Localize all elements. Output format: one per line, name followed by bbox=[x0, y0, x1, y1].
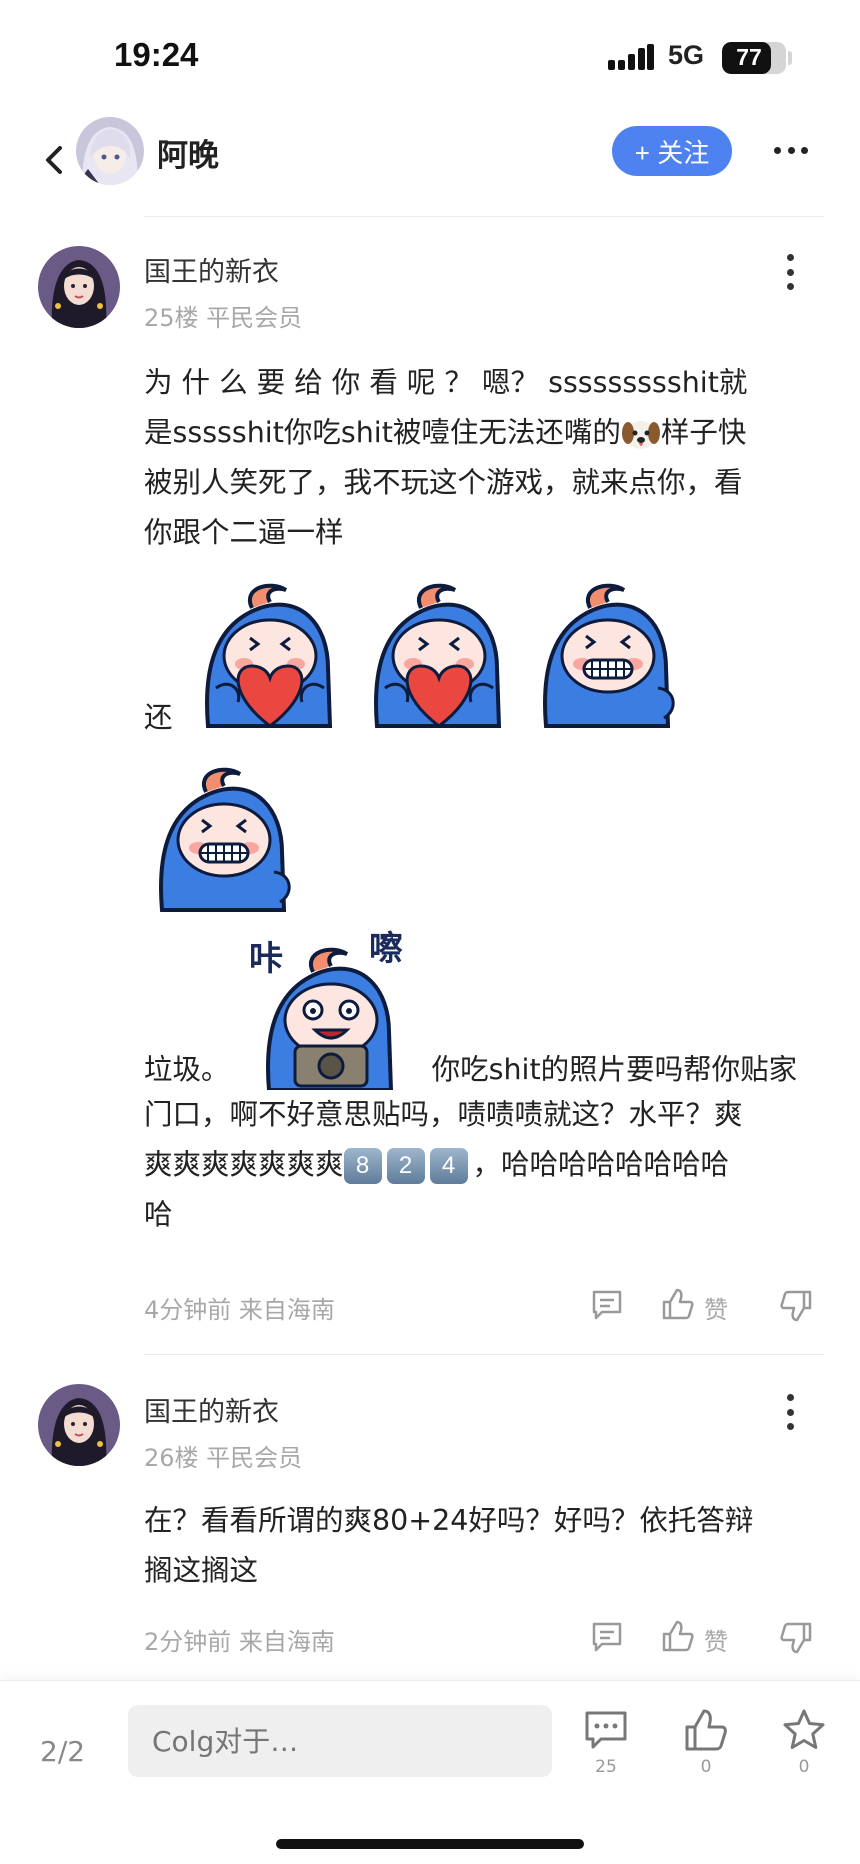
content-text: 还 bbox=[144, 701, 173, 734]
grin-sticker bbox=[528, 568, 688, 738]
comment-icon bbox=[585, 1711, 627, 1749]
nav-header: 阿晚 + 关注 bbox=[0, 110, 860, 220]
sticker-row: 垃圾。 咔 嚓 你吃shit的照片要吗帮你贴家 bbox=[144, 930, 820, 1090]
content-text: ，哈哈哈哈哈哈哈哈 bbox=[472, 1148, 730, 1181]
content-text: 样子快 bbox=[660, 416, 747, 449]
sticker-caption-left: 咔 bbox=[249, 939, 283, 979]
like-button[interactable]: 0 bbox=[676, 1707, 736, 1777]
floor-meta: 26楼 平民会员 bbox=[144, 1444, 303, 1472]
comment-icon[interactable] bbox=[590, 1288, 624, 1322]
header-divider bbox=[144, 216, 824, 217]
commenter-avatar[interactable] bbox=[38, 1384, 120, 1466]
comment-icon[interactable] bbox=[590, 1620, 624, 1654]
network-type: 5G bbox=[668, 40, 705, 70]
content-line: 哈 bbox=[144, 1198, 173, 1231]
thumbs-down-icon[interactable] bbox=[778, 1620, 814, 1656]
content-text: 是ssssshit你吃shit被噎住无法还嘴的 bbox=[144, 416, 621, 449]
star-icon bbox=[783, 1709, 825, 1749]
favorite-count: 0 bbox=[798, 1757, 810, 1777]
commenter-avatar[interactable] bbox=[38, 246, 120, 328]
content-line: 为 什 么 要 给 你 看 呢 ？ 嗯？ ssssssssshit就 bbox=[144, 366, 748, 399]
post-content: 在？看看所谓的爽80+24好吗？好吗？依托答辩 搁这搁这 bbox=[144, 1496, 820, 1596]
bottom-action-bar: 2/2 25 0 0 bbox=[0, 1680, 860, 1864]
post-divider bbox=[144, 1354, 824, 1355]
more-horizontal-icon[interactable] bbox=[774, 140, 808, 160]
post-footer: 4分钟前 来自海南 赞 bbox=[144, 1286, 824, 1326]
battery-tip bbox=[788, 51, 792, 65]
content-line: 被别人笑死了，我不玩这个游戏，就来点你，看 bbox=[144, 466, 743, 499]
grin-sticker bbox=[144, 752, 304, 922]
keycap-2-emoji: 2 bbox=[386, 1148, 425, 1184]
comment-count: 25 bbox=[595, 1757, 617, 1777]
status-bar: 19:24 5G 77 bbox=[0, 0, 860, 110]
heart-hug-sticker bbox=[359, 568, 519, 738]
post-content: 为 什 么 要 给 你 看 呢 ？ 嗯？ ssssssssshit就 是ssss… bbox=[144, 358, 820, 1240]
like-label[interactable]: 赞 bbox=[704, 1622, 728, 1657]
content-line: 搁这搁这 bbox=[144, 1554, 259, 1587]
content-line: 在？看看所谓的爽80+24好吗？好吗？依托答辩 bbox=[144, 1504, 754, 1537]
battery-icon: 77 bbox=[722, 42, 786, 74]
battery-level: 77 bbox=[736, 44, 762, 70]
sticker-caption-right: 嚓 bbox=[369, 930, 403, 969]
follow-button[interactable]: + 关注 bbox=[612, 126, 732, 176]
dog-emoji-icon bbox=[621, 421, 660, 449]
camera-sticker: 咔 嚓 bbox=[249, 930, 403, 1090]
comments-button[interactable]: 25 bbox=[576, 1707, 636, 1777]
thumbs-up-icon[interactable] bbox=[660, 1286, 696, 1322]
thumbs-up-icon[interactable] bbox=[660, 1618, 696, 1654]
commenter-name[interactable]: 国王的新衣 bbox=[144, 1390, 279, 1429]
post-footer: 2分钟前 来自海南 赞 bbox=[144, 1618, 824, 1658]
like-label[interactable]: 赞 bbox=[704, 1290, 728, 1325]
content-text: 爽爽爽爽爽爽爽 bbox=[144, 1148, 344, 1181]
content-line: 是ssssshit你吃shit被噎住无法还嘴的 样子快 bbox=[144, 408, 820, 458]
sticker-row bbox=[144, 752, 820, 922]
home-indicator[interactable] bbox=[276, 1839, 584, 1849]
reply-input[interactable] bbox=[128, 1705, 552, 1777]
content-text: 你吃shit的照片要吗帮你贴家 bbox=[431, 1053, 798, 1086]
author-avatar[interactable] bbox=[76, 117, 144, 185]
favorite-button[interactable]: 0 bbox=[774, 1707, 834, 1777]
content-line: 门口，啊不好意思贴吗，啧啧啧就这？水平？爽 bbox=[144, 1098, 743, 1131]
page-indicator[interactable]: 2/2 bbox=[40, 1735, 85, 1768]
thumbs-up-icon bbox=[685, 1709, 727, 1751]
signal-icon bbox=[608, 44, 654, 70]
thumbs-down-icon[interactable] bbox=[778, 1288, 814, 1324]
status-time: 19:24 bbox=[114, 36, 199, 73]
keycap-8-emoji: 8 bbox=[343, 1148, 382, 1184]
more-vertical-icon[interactable] bbox=[784, 254, 796, 290]
like-count: 0 bbox=[700, 1757, 712, 1777]
more-vertical-icon[interactable] bbox=[784, 1394, 796, 1430]
content-line: 爽爽爽爽爽爽爽 8 2 4 ，哈哈哈哈哈哈哈哈 bbox=[144, 1140, 820, 1190]
commenter-name[interactable]: 国王的新衣 bbox=[144, 250, 279, 289]
post-time-location: 4分钟前 来自海南 bbox=[144, 1296, 335, 1324]
sticker-row: 还 bbox=[144, 568, 820, 744]
content-line: 你跟个二逼一样 bbox=[144, 516, 344, 549]
back-chevron-icon[interactable] bbox=[40, 140, 70, 180]
floor-meta: 25楼 平民会员 bbox=[144, 304, 303, 332]
content-text: 垃圾。 bbox=[144, 1053, 230, 1086]
post-time-location: 2分钟前 来自海南 bbox=[144, 1628, 335, 1656]
keycap-4-emoji: 4 bbox=[429, 1148, 468, 1184]
author-name[interactable]: 阿晚 bbox=[157, 130, 219, 175]
heart-hug-sticker bbox=[190, 568, 350, 738]
